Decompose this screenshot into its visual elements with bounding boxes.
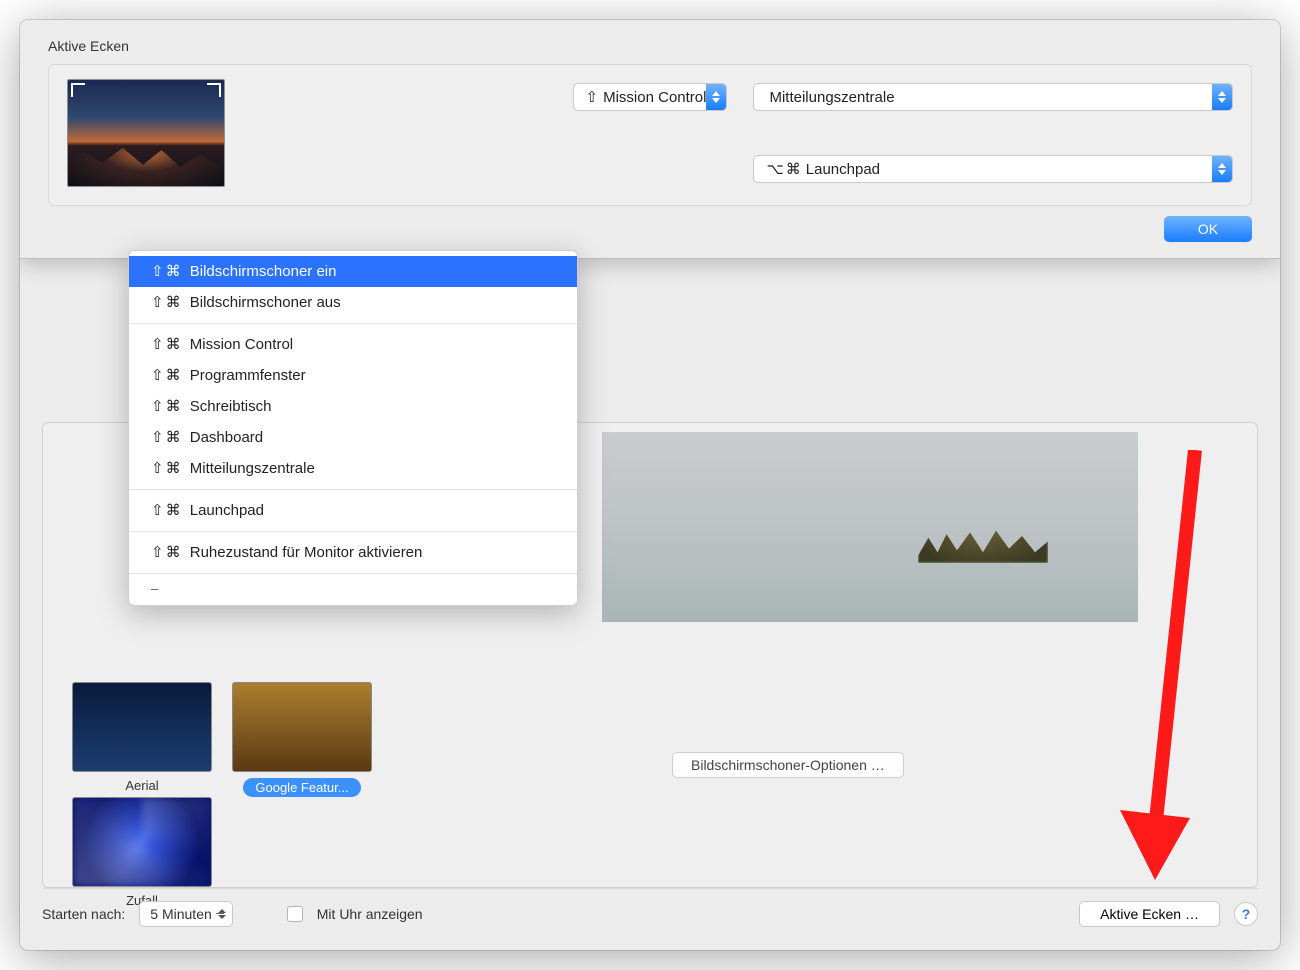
menu-separator <box>129 323 577 324</box>
menu-item[interactable]: ⇧⌘ Dashboard <box>129 422 577 453</box>
hot-corners-sheet: Aktive Ecken ⇧ Mission Control Mitteilun… <box>20 20 1280 259</box>
menu-item[interactable]: ⇧⌘ Schreibtisch <box>129 391 577 422</box>
modifier-symbol: ⌥⌘ <box>766 160 805 178</box>
help-button[interactable]: ? <box>1234 902 1258 926</box>
menu-item[interactable]: ⇧⌘ Mitteilungszentrale <box>129 453 577 484</box>
menu-item[interactable]: ⇧⌘ Ruhezustand für Monitor aktivieren <box>129 537 577 568</box>
preferences-window: Schreibtisch & Bildschirmschoner Suchen … <box>20 20 1280 950</box>
screensaver-thumbnail <box>72 682 212 772</box>
desktop-thumbnail <box>67 79 225 187</box>
stepper-icon <box>1212 84 1232 110</box>
screensaver-thumbnail <box>232 682 372 772</box>
menu-separator <box>129 573 577 574</box>
screensaver-label-selected: Google Featur... <box>243 778 360 797</box>
menu-item[interactable]: ⇧⌘ Bildschirmschoner ein <box>129 256 577 287</box>
corner-top-right-select[interactable]: Mitteilungszentrale <box>753 83 1233 111</box>
hot-corners-button[interactable]: Aktive Ecken … <box>1079 901 1220 927</box>
start-after-label: Starten nach: <box>42 906 125 922</box>
corner-indicator-icon <box>207 169 221 183</box>
menu-item-none[interactable]: – <box>129 579 577 600</box>
stepper-icon <box>706 84 726 110</box>
screensaver-preview <box>602 432 1138 622</box>
screensaver-label: Aerial <box>72 778 212 793</box>
corner-top-left-select[interactable]: ⇧ Mission Control <box>573 83 728 111</box>
menu-item[interactable]: ⇧⌘ Mission Control <box>129 329 577 360</box>
menu-separator <box>129 531 577 532</box>
menu-item[interactable]: ⇧⌘ Programmfenster <box>129 360 577 391</box>
corner-indicator-icon <box>207 83 221 97</box>
screensaver-item-aerial[interactable]: Aerial <box>72 682 212 797</box>
modifier-symbol: ⇧ <box>586 88 604 106</box>
corner-action-menu: ⇧⌘ Bildschirmschoner ein ⇧⌘ Bildschirmsc… <box>128 250 578 606</box>
show-clock-label: Mit Uhr anzeigen <box>317 906 423 922</box>
corner-indicator-icon <box>71 83 85 97</box>
stepper-icon <box>1212 156 1232 182</box>
start-after-value: 5 Minuten <box>150 906 211 922</box>
bottom-toolbar: Starten nach: 5 Minuten Mit Uhr anzeigen… <box>42 888 1258 928</box>
corner-bottom-right-select[interactable]: ⌥⌘ Launchpad <box>753 155 1233 183</box>
menu-item[interactable]: ⇧⌘ Bildschirmschoner aus <box>129 287 577 318</box>
corner-bottom-right-value: Launchpad <box>806 161 880 178</box>
corner-top-left-value: Mission Control <box>603 89 706 106</box>
screensaver-thumbnail <box>72 797 212 887</box>
corner-top-right-value: Mitteilungszentrale <box>769 89 894 106</box>
menu-separator <box>129 489 577 490</box>
show-clock-checkbox[interactable] <box>287 906 303 922</box>
ok-button[interactable]: OK <box>1164 216 1252 242</box>
start-after-select[interactable]: 5 Minuten <box>139 901 232 927</box>
sheet-title: Aktive Ecken <box>20 20 1280 58</box>
screensaver-options-button[interactable]: Bildschirmschoner-Optionen … <box>672 752 904 778</box>
screensaver-item-google[interactable]: Google Featur... <box>232 682 372 797</box>
corner-indicator-icon <box>71 169 85 183</box>
stepper-icon <box>218 909 226 919</box>
menu-item[interactable]: ⇧⌘ Launchpad <box>129 495 577 526</box>
